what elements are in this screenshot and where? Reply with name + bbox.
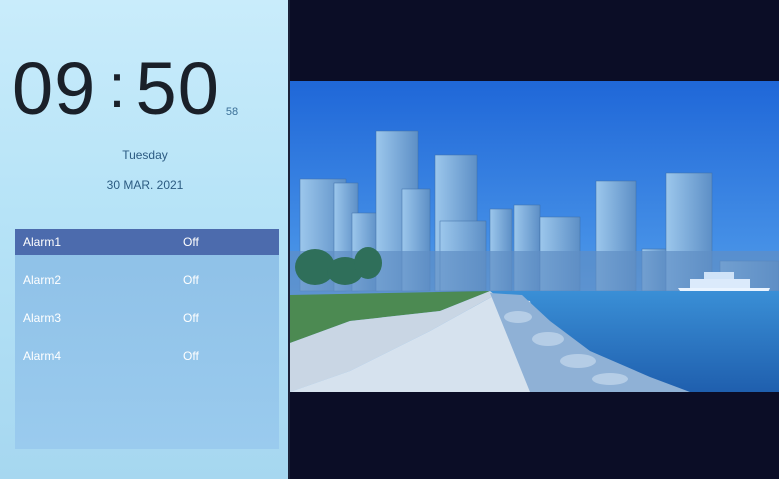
alarm-row-3[interactable]: Alarm3 Off: [15, 305, 279, 331]
clock-panel: 09 : 50 58 Tuesday 30 MAR. 2021 Alarm1 O…: [0, 0, 290, 479]
weekday-label: Tuesday: [122, 148, 168, 162]
digital-clock: 09 : 50 58: [12, 46, 238, 126]
photo-frame: [290, 0, 779, 479]
alarm-name: Alarm4: [23, 349, 62, 363]
alarm-list: Alarm1 Off Alarm2 Off Alarm3 Off Alarm4 …: [15, 229, 279, 449]
alarm-state: Off: [183, 273, 199, 287]
date-label: 30 MAR. 2021: [106, 178, 184, 192]
alarm-state: Off: [183, 311, 199, 325]
alarm-row-4[interactable]: Alarm4 Off: [15, 343, 279, 369]
clock-minutes: 50: [135, 47, 220, 130]
alarm-name: Alarm3: [23, 311, 62, 325]
clock-hours: 09: [12, 47, 97, 130]
clock-seconds: 58: [225, 106, 239, 118]
clock-separator: :: [108, 52, 126, 121]
alarm-name: Alarm2: [23, 273, 62, 287]
alarm-name: Alarm1: [23, 235, 62, 249]
alarm-state: Off: [183, 235, 199, 249]
alarm-state: Off: [183, 349, 199, 363]
alarm-row-2[interactable]: Alarm2 Off: [15, 267, 279, 293]
alarm-row-1[interactable]: Alarm1 Off: [15, 229, 279, 255]
skyline-illustration: [290, 81, 779, 392]
city-skyline-photo: [290, 81, 779, 392]
